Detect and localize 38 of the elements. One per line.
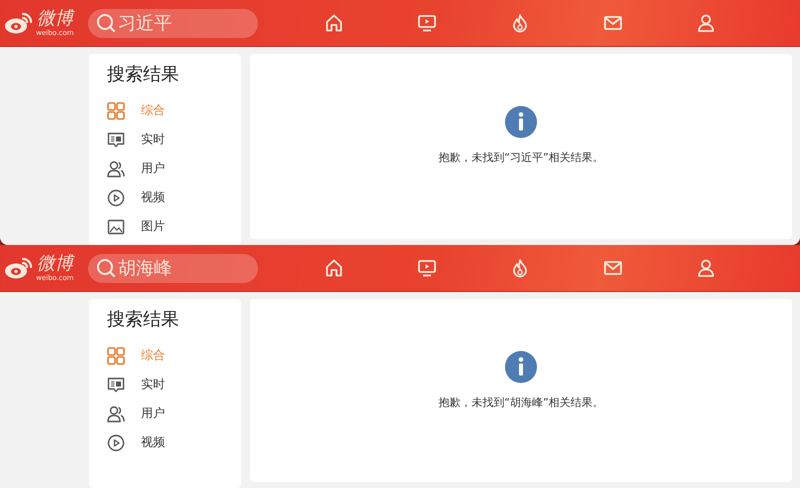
users-icon [107,404,125,422]
play-icon [107,188,125,206]
grid-icon [107,102,125,120]
user-icon[interactable] [696,258,716,278]
no-results-message: 抱歉，未找到“习近平”相关结果。 [438,150,604,165]
user-icon[interactable] [696,13,716,33]
filter-item[interactable]: 用户 [107,399,241,428]
eye-logo-icon [4,256,34,280]
home-icon[interactable] [324,258,344,278]
filter-item[interactable]: 视频 [107,428,241,457]
grid-icon [107,346,125,364]
mail-icon[interactable] [603,13,623,33]
filter-item[interactable]: 用户 [107,154,241,183]
filter-item[interactable]: 图片 [107,212,241,241]
message-icon [107,130,125,148]
tv-icon[interactable] [417,13,437,33]
tv-icon[interactable] [417,258,437,278]
flame-icon[interactable] [510,13,530,33]
sidebar-title: 搜索结果 [107,308,180,332]
play-icon [107,434,125,452]
logo-text: 微博 [36,9,73,29]
users-icon [107,160,125,178]
info-icon [505,351,537,383]
filter-item[interactable]: 视频 [107,183,241,212]
filter-item[interactable]: 实时 [107,125,241,154]
sidebar-title: 搜索结果 [107,63,180,87]
message-icon [107,376,125,394]
home-icon[interactable] [324,13,344,33]
no-results-message: 抱歉，未找到“胡海峰”相关结果。 [438,395,604,410]
logo-text: 微博 [36,254,73,274]
filter-item[interactable]: 实时 [107,370,241,399]
image-icon [107,218,125,236]
eye-logo-icon [4,11,34,35]
search-icon [96,13,116,33]
info-icon [505,106,537,138]
flame-icon[interactable] [510,258,530,278]
search-icon [96,258,116,278]
mail-icon[interactable] [603,258,623,278]
